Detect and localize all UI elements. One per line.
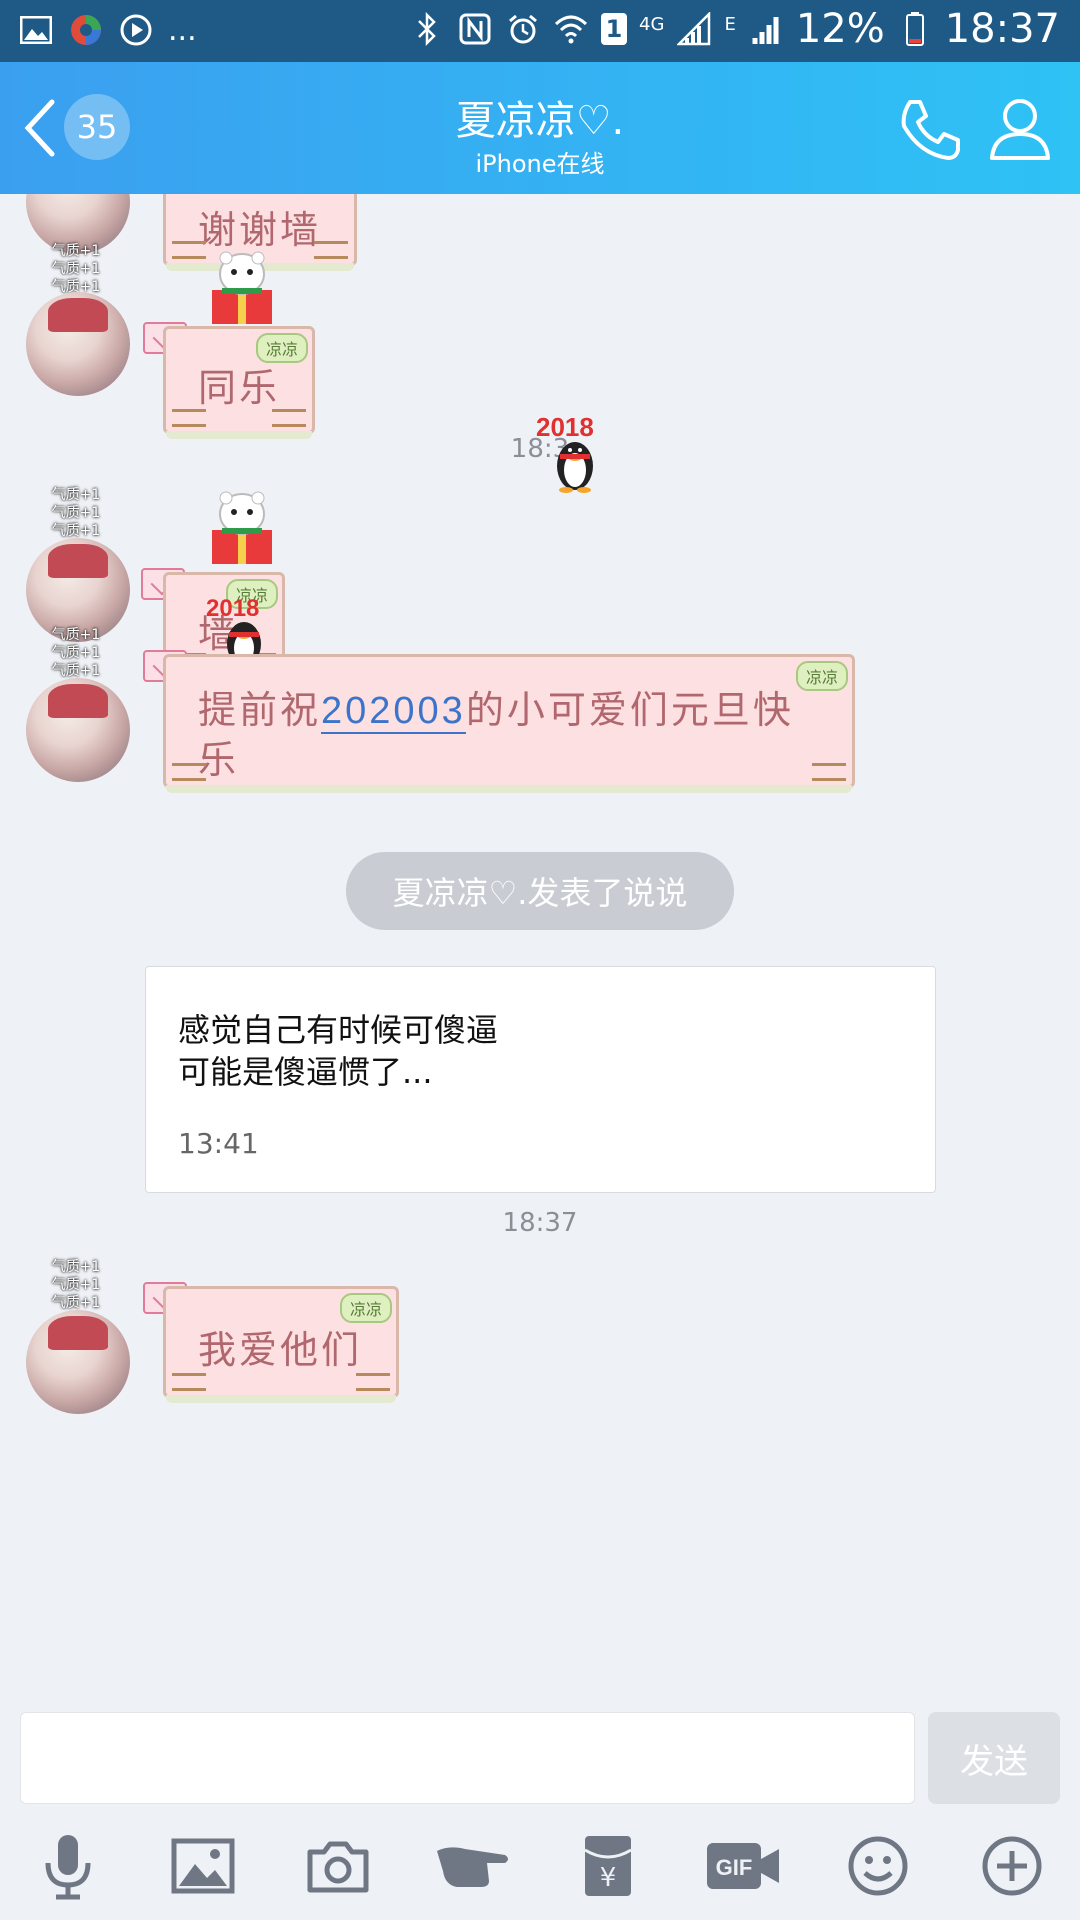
nfc-icon [457,11,493,47]
avatar[interactable] [26,292,130,396]
badge-text: 气质+1 [51,505,101,521]
signal-icon-2 [748,11,784,47]
post-line-2: 可能是傻逼惯了... [178,1053,433,1091]
more-notifications: ... [168,12,197,48]
svg-text:GIF: GIF [716,1855,753,1880]
bubble-tag: 凉凉 [795,661,848,691]
status-bar: ... 1 4G E 12% 18:37 [0,0,1080,62]
fence-decoration [272,409,306,427]
post-time: 13:41 [178,1127,259,1160]
qizhi-badges: 气质+1 气质+1 气质+1 [36,242,116,296]
badge-text: 气质+1 [51,261,101,277]
signal-icon [676,11,712,47]
qizhi-badges: 气质+1 气质+1 气质+1 [36,626,116,680]
avatar[interactable] [26,1310,130,1414]
bubble-base [166,1395,396,1403]
input-area: 发送 ¥ GIF [0,1708,1080,1920]
emoji-icon[interactable] [838,1826,918,1906]
group-number-link[interactable]: 202003 [321,690,466,734]
battery-icon [897,11,933,47]
post-line-1: 感觉自己有时候可傻逼 [178,1011,499,1049]
gift-bear-sticker [200,246,284,332]
camera-icon[interactable] [298,1826,378,1906]
battery-percent: 12% [795,6,885,52]
fence-decoration [356,1373,390,1391]
shuoshuo-post-card[interactable]: 感觉自己有时候可傻逼 可能是傻逼惯了... 13:41 [145,966,936,1193]
avatar[interactable] [26,678,130,782]
qizhi-badges: 气质+1 气质+1 气质+1 [36,486,116,540]
network-e-label: E [724,14,736,35]
microphone-icon[interactable] [28,1826,108,1906]
person-icon [990,99,1050,160]
message-text-part: 的小可爱们元旦快 [465,688,794,732]
image-icon[interactable] [163,1826,243,1906]
message-list[interactable]: 谢谢墙 气质+1 气质+1 气质+1 凉凉 同乐 18:3 2018 气质+1 … [0,194,1080,1708]
message-input[interactable] [20,1712,915,1804]
message-bubble[interactable]: 凉凉 我爱他们 [163,1286,399,1403]
badge-text: 气质+1 [51,1259,101,1275]
chat-screen: ... 1 4G E 12% 18:37 35 夏凉凉♡. iPhone在线 谢… [0,0,1080,1920]
svg-text:2018: 2018 [536,412,594,442]
message-text-part: 提前祝 [198,688,322,732]
network-4g-label: 4G [639,14,665,35]
badge-text: 气质+1 [51,1277,101,1293]
fence-decoration [172,409,206,427]
message-bubble[interactable]: 凉凉 同乐 [163,326,315,439]
poke-icon[interactable] [433,1826,513,1906]
app-icon [68,12,104,48]
chat-header: 35 夏凉凉♡. iPhone在线 [0,62,1080,194]
message-text: 我爱他们 [198,1328,363,1372]
message-text: 同乐 [198,366,281,410]
badge-text: 气质+1 [51,645,101,661]
penguin-2018-sticker: 2018 [530,410,620,500]
fence-decoration [172,763,206,781]
fence-decoration [314,241,348,259]
call-button[interactable] [896,96,964,164]
qizhi-badges: 气质+1 气质+1 气质+1 [36,1258,116,1312]
profile-button[interactable] [988,96,1052,162]
badge-text: 气质+1 [51,243,101,259]
system-notice: 夏凉凉♡.发表了说说 [346,852,734,930]
bluetooth-icon [409,11,445,47]
fence-decoration [172,1373,206,1391]
send-button[interactable]: 发送 [928,1712,1060,1804]
plus-icon[interactable] [972,1826,1052,1906]
gallery-icon [18,12,54,48]
svg-text:¥: ¥ [600,1863,617,1893]
timestamp: 18:37 [502,1208,578,1238]
alarm-icon [505,11,541,47]
gif-icon[interactable]: GIF [703,1826,783,1906]
wifi-icon [553,11,589,47]
svg-text:2018: 2018 [206,595,259,622]
badge-text: 气质+1 [51,627,101,643]
gift-bear-sticker [200,486,284,572]
phone-icon [901,100,960,160]
badge-text: 气质+1 [51,487,101,503]
fence-decoration [812,763,846,781]
clock: 18:37 [944,6,1060,52]
red-packet-icon[interactable]: ¥ [568,1826,648,1906]
play-icon [118,12,154,48]
bubble-base [166,785,852,793]
message-bubble[interactable]: 凉凉 提前祝202003的小可爱们元旦快 乐 [163,654,855,793]
message-text: 提前祝202003的小可爱们元旦快 [198,679,794,734]
sim-icon: 1 [601,13,628,45]
